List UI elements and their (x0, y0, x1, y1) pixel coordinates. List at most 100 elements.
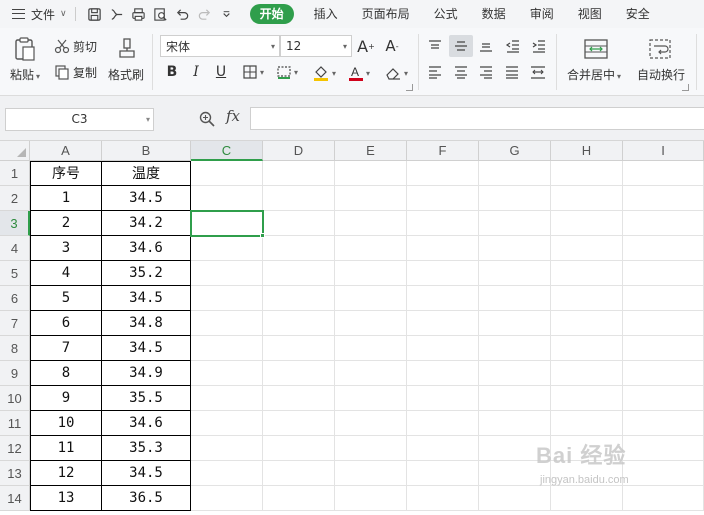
row-header-5[interactable]: 5 (0, 261, 30, 286)
cell-d2[interactable] (263, 186, 335, 211)
align-left-icon[interactable] (426, 64, 444, 80)
cell-i4[interactable] (623, 236, 704, 261)
cell-c4[interactable] (191, 236, 263, 261)
column-header-e[interactable]: E (335, 141, 407, 161)
font-color-icon[interactable]: A ▾ (346, 64, 372, 82)
cell-g2[interactable] (479, 186, 551, 211)
paste-icon[interactable] (12, 36, 38, 62)
align-bottom-icon[interactable] (477, 38, 495, 54)
column-header-g[interactable]: G (479, 141, 551, 161)
cell-f2[interactable] (407, 186, 479, 211)
cell-h6[interactable] (551, 286, 623, 311)
column-header-a[interactable]: A (30, 141, 102, 161)
cell-a10[interactable]: 9 (30, 386, 102, 411)
file-menu[interactable]: 文件 ∨ (0, 0, 67, 28)
cell-d10[interactable] (263, 386, 335, 411)
cell-e5[interactable] (335, 261, 407, 286)
cell-f9[interactable] (407, 361, 479, 386)
cell-b4[interactable]: 34.6 (102, 236, 191, 261)
cell-d11[interactable] (263, 411, 335, 436)
cell-a12[interactable]: 11 (30, 436, 102, 461)
cell-d8[interactable] (263, 336, 335, 361)
cell-g10[interactable] (479, 386, 551, 411)
cell-e7[interactable] (335, 311, 407, 336)
cell-a14[interactable]: 13 (30, 486, 102, 511)
cell-f12[interactable] (407, 436, 479, 461)
cell-g1[interactable] (479, 161, 551, 186)
cell-c11[interactable] (191, 411, 263, 436)
tab-data[interactable]: 数据 (470, 4, 518, 24)
cell-i11[interactable] (623, 411, 704, 436)
cell-b3[interactable]: 34.2 (102, 211, 191, 236)
cell-h5[interactable] (551, 261, 623, 286)
cell-h9[interactable] (551, 361, 623, 386)
wrap-text-icon[interactable] (646, 36, 674, 62)
tab-page-layout[interactable]: 页面布局 (350, 4, 422, 24)
cell-f4[interactable] (407, 236, 479, 261)
cell-a8[interactable]: 7 (30, 336, 102, 361)
print-preview-icon[interactable] (150, 3, 172, 25)
cell-b12[interactable]: 35.3 (102, 436, 191, 461)
cell-g3[interactable] (479, 211, 551, 236)
row-header-12[interactable]: 12 (0, 436, 30, 461)
cell-e14[interactable] (335, 486, 407, 511)
cell-f11[interactable] (407, 411, 479, 436)
cell-a5[interactable]: 4 (30, 261, 102, 286)
column-header-b[interactable]: B (102, 141, 191, 161)
cell-e6[interactable] (335, 286, 407, 311)
cell-g5[interactable] (479, 261, 551, 286)
cell-i10[interactable] (623, 386, 704, 411)
cell-i2[interactable] (623, 186, 704, 211)
fill-color-icon[interactable]: ▾ (310, 64, 338, 82)
cell-a13[interactable]: 12 (30, 461, 102, 486)
cut-button[interactable]: 剪切 (54, 38, 97, 54)
tab-formulas[interactable]: 公式 (422, 4, 470, 24)
cell-f14[interactable] (407, 486, 479, 511)
tab-review[interactable]: 审阅 (518, 4, 566, 24)
decrease-indent-icon[interactable] (504, 38, 522, 54)
row-header-1[interactable]: 1 (0, 161, 30, 186)
insert-function-icon[interactable]: fx (226, 107, 240, 125)
cell-c6[interactable] (191, 286, 263, 311)
tab-insert[interactable]: 插入 (302, 4, 350, 24)
cell-b9[interactable]: 34.9 (102, 361, 191, 386)
cell-d12[interactable] (263, 436, 335, 461)
column-header-f[interactable]: F (407, 141, 479, 161)
tab-home[interactable]: 开始 (249, 4, 294, 24)
copy-button[interactable]: 复制 (54, 64, 97, 80)
cell-b7[interactable]: 34.8 (102, 311, 191, 336)
cell-a4[interactable]: 3 (30, 236, 102, 261)
format-painter-label[interactable]: 格式刷 (108, 66, 144, 83)
select-all-button[interactable] (0, 141, 30, 161)
paste-button[interactable]: 粘贴 ▾ (10, 66, 40, 83)
cell-g7[interactable] (479, 311, 551, 336)
cell-c12[interactable] (191, 436, 263, 461)
undo-icon[interactable] (172, 3, 194, 25)
row-header-11[interactable]: 11 (0, 411, 30, 436)
decrease-font-size-icon[interactable]: A- (382, 36, 402, 56)
cell-e12[interactable] (335, 436, 407, 461)
cell-c14[interactable] (191, 486, 263, 511)
redo-icon[interactable] (194, 3, 216, 25)
cell-e1[interactable] (335, 161, 407, 186)
row-header-6[interactable]: 6 (0, 286, 30, 311)
cell-f7[interactable] (407, 311, 479, 336)
cell-e11[interactable] (335, 411, 407, 436)
cell-h11[interactable] (551, 411, 623, 436)
align-right-icon[interactable] (477, 64, 495, 80)
cell-e4[interactable] (335, 236, 407, 261)
cell-a3[interactable]: 2 (30, 211, 102, 236)
zoom-icon[interactable] (198, 110, 216, 128)
column-header-d[interactable]: D (263, 141, 335, 161)
active-cell-selection[interactable] (190, 210, 264, 237)
cell-f13[interactable] (407, 461, 479, 486)
cell-d6[interactable] (263, 286, 335, 311)
row-header-14[interactable]: 14 (0, 486, 30, 511)
cell-a1[interactable]: 序号 (30, 161, 102, 186)
cell-d9[interactable] (263, 361, 335, 386)
row-header-8[interactable]: 8 (0, 336, 30, 361)
customize-toolbar-icon[interactable] (216, 3, 238, 25)
cell-c2[interactable] (191, 186, 263, 211)
cell-e3[interactable] (335, 211, 407, 236)
cell-b8[interactable]: 34.5 (102, 336, 191, 361)
